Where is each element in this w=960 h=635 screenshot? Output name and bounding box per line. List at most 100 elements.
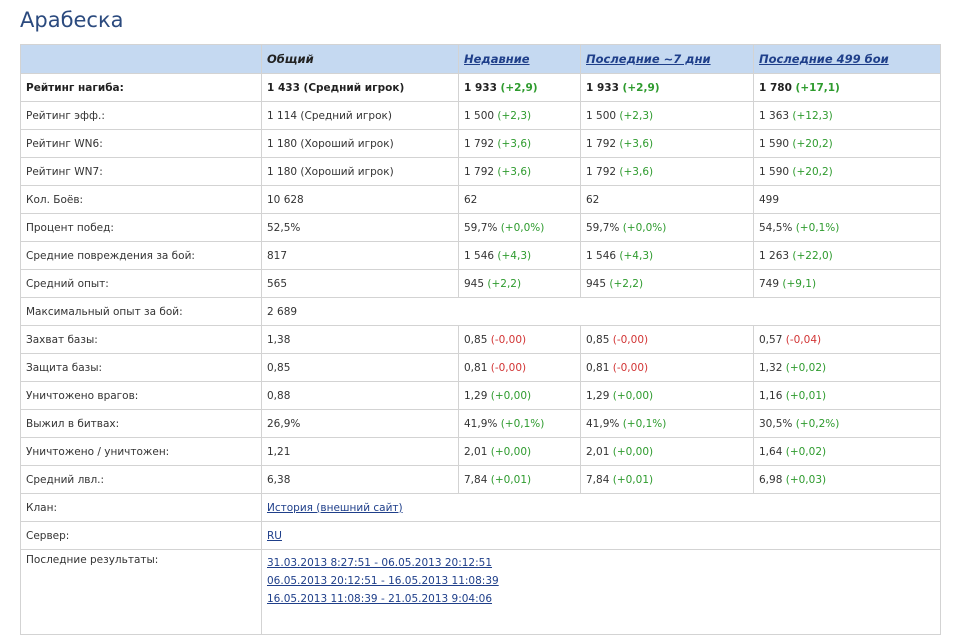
header-row: Общий Недавние Последние ~7 дни Последни… xyxy=(20,44,941,74)
stat-value: 1 263 xyxy=(759,249,790,262)
stat-value: 59,7% xyxy=(586,221,620,234)
stat-row: Процент побед: 52,5% 59,7% (+0,0%) 59,7% (+… xyxy=(20,213,941,242)
stat-delta: (+0,00) xyxy=(490,445,532,458)
stat-label: Средние повреждения за бой: xyxy=(20,241,262,270)
server-label: Сервер: xyxy=(20,521,262,550)
stat-cell: 1,29 (+0,00) xyxy=(580,381,754,410)
stat-row: Рейтинг эфф.: 1 114 (Средний игрок) 1 500 … xyxy=(20,101,941,130)
stat-cell: 10 628 xyxy=(261,185,459,214)
header-label-cell xyxy=(20,44,262,74)
stat-cell: 499 xyxy=(753,185,941,214)
server-row: Сервер: RU xyxy=(20,521,941,550)
results-links: 31.03.2013 8:27:51 - 06.05.2013 20:12:51… xyxy=(261,549,941,635)
stat-row: Захват базы: 1,38 0,85 (-0,00) 0,85 (-0,00)… xyxy=(20,325,941,354)
stat-value: 7,84 xyxy=(586,473,610,486)
clan-label: Клан: xyxy=(20,493,262,522)
stat-label: Максимальный опыт за бой: xyxy=(20,297,262,326)
stat-value: 2 689 xyxy=(267,305,298,318)
stat-value: 1,32 xyxy=(759,361,783,374)
stat-value: 1 546 xyxy=(464,249,495,262)
stat-cell: 2,01 (+0,00) xyxy=(580,437,754,466)
stat-cell: 62 xyxy=(580,185,754,214)
stat-value: 1 933 xyxy=(586,81,619,94)
stat-cell: 6,98 (+0,03) xyxy=(753,465,941,494)
server-link[interactable]: RU xyxy=(267,530,282,542)
stat-value: 62 xyxy=(464,193,478,206)
header-last-7-days[interactable]: Последние ~7 дни xyxy=(580,44,754,74)
stat-cell: 1,29 (+0,00) xyxy=(458,381,581,410)
tab-last-7-days-link[interactable]: Последние ~7 дни xyxy=(586,52,711,66)
stat-value: 817 xyxy=(267,249,288,262)
tab-recent-link[interactable]: Недавние xyxy=(464,52,530,66)
tab-last-499-battles-link[interactable]: Последние 499 бои xyxy=(759,52,889,66)
header-last-499-battles[interactable]: Последние 499 бои xyxy=(753,44,941,74)
stat-value: 1 792 xyxy=(586,137,617,150)
stat-value: 6,38 xyxy=(267,473,291,486)
stat-row: Уничтожено / уничтожен: 1,21 2,01 (+0,00) 2… xyxy=(20,437,941,466)
stat-delta: (+20,2) xyxy=(792,165,833,178)
stat-value: 26,9% xyxy=(267,417,301,430)
results-row: Последние результаты: 31.03.2013 8:27:51… xyxy=(20,549,941,635)
clan-value: История (внешний сайт) xyxy=(261,493,941,522)
result-period-link[interactable]: 16.05.2013 11:08:39 - 21.05.2013 9:04:06 xyxy=(267,590,935,608)
stat-value: 2,01 xyxy=(464,445,488,458)
stat-value: 1 433 (Средний игрок) xyxy=(267,81,405,94)
results-label: Последние результаты: xyxy=(20,549,262,635)
stat-delta: (-0,00) xyxy=(490,361,527,374)
stat-cell: 1,64 (+0,02) xyxy=(753,437,941,466)
stat-value: 1,16 xyxy=(759,389,783,402)
stat-value: 1 180 (Хороший игрок) xyxy=(267,165,394,178)
stat-value: 1,29 xyxy=(586,389,610,402)
stat-value: 945 xyxy=(464,277,485,290)
stat-delta: (+3,6) xyxy=(497,137,532,150)
stat-cell: 6,38 xyxy=(261,465,459,494)
stat-delta: (-0,00) xyxy=(612,361,649,374)
stat-delta: (+0,2%) xyxy=(795,417,840,430)
stat-delta: (+0,01) xyxy=(612,473,654,486)
stat-cell: 1,38 xyxy=(261,325,459,354)
stat-cell: 1 114 (Средний игрок) xyxy=(261,101,459,130)
stat-delta: (-0,04) xyxy=(785,333,822,346)
stat-delta: (+3,6) xyxy=(619,137,654,150)
stat-cell: 1 546 (+4,3) xyxy=(458,241,581,270)
stat-delta: (+0,1%) xyxy=(795,221,840,234)
stat-cell: 30,5% (+0,2%) xyxy=(753,409,941,438)
stat-label: Рейтинг нагиба: xyxy=(20,73,262,102)
stat-value: 1,21 xyxy=(267,445,291,458)
stat-cell: 0,81 (-0,00) xyxy=(458,353,581,382)
stat-value: 1,29 xyxy=(464,389,488,402)
result-period-link[interactable]: 06.05.2013 20:12:51 - 16.05.2013 11:08:3… xyxy=(267,572,935,590)
stat-value: 945 xyxy=(586,277,607,290)
stat-value: 1 500 xyxy=(586,109,617,122)
stat-cell: 1 500 (+2,3) xyxy=(580,101,754,130)
stat-cell: 1 792 (+3,6) xyxy=(458,157,581,186)
result-period-link[interactable]: 31.03.2013 8:27:51 - 06.05.2013 20:12:51 xyxy=(267,554,935,572)
stats-table: Общий Недавние Последние ~7 дни Последни… xyxy=(20,44,941,635)
clan-history-link[interactable]: История (внешний сайт) xyxy=(267,502,403,514)
stats-body: Рейтинг нагиба: 1 433 (Средний игрок) 1 93… xyxy=(20,73,941,494)
stat-cell: 749 (+9,1) xyxy=(753,269,941,298)
stat-value: 59,7% xyxy=(464,221,498,234)
stat-row: Уничтожено врагов: 0,88 1,29 (+0,00) 1,29 (… xyxy=(20,381,941,410)
stat-delta: (+0,00) xyxy=(612,445,654,458)
stat-cell: 1 500 (+2,3) xyxy=(458,101,581,130)
stat-cell: 1 792 (+3,6) xyxy=(580,129,754,158)
stat-row: Рейтинг WN6: 1 180 (Хороший игрок) 1 792 (… xyxy=(20,129,941,158)
stat-delta: (-0,00) xyxy=(490,333,527,346)
stat-cell: 1 780 (+17,1) xyxy=(753,73,941,102)
stat-delta: (+0,00) xyxy=(612,389,654,402)
stat-cell: 59,7% (+0,0%) xyxy=(458,213,581,242)
stat-delta: (+0,01) xyxy=(490,473,532,486)
stat-cell: 1 363 (+12,3) xyxy=(753,101,941,130)
stat-cell: 1 590 (+20,2) xyxy=(753,157,941,186)
stat-cell: 1 180 (Хороший игрок) xyxy=(261,157,459,186)
header-recent[interactable]: Недавние xyxy=(458,44,581,74)
stat-delta: (+2,2) xyxy=(609,277,644,290)
stat-row: Максимальный опыт за бой: 2 689 xyxy=(20,297,941,326)
stat-cell: 1 792 (+3,6) xyxy=(580,157,754,186)
stat-label: Выжил в битвах: xyxy=(20,409,262,438)
stat-value: 1 180 (Хороший игрок) xyxy=(267,137,394,150)
stat-value: 1,38 xyxy=(267,333,291,346)
stat-label: Уничтожено / уничтожен: xyxy=(20,437,262,466)
stat-row: Средний опыт: 565 945 (+2,2) 945 (+2,2) 749 … xyxy=(20,269,941,298)
